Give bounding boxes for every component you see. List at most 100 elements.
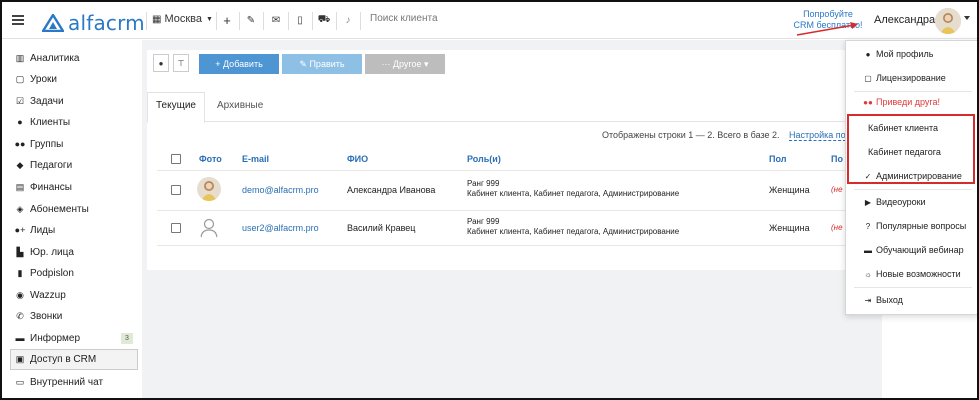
other-button[interactable]: ··· Другое ▾ xyxy=(365,54,445,74)
menu-item-label: Новые возможности xyxy=(876,269,961,279)
user-email[interactable]: demo@alfacrm.pro xyxy=(242,185,319,195)
menu-item-profile[interactable]: ● Мой профиль xyxy=(863,49,934,59)
logo[interactable]: alfacrm xyxy=(42,11,145,35)
tag-icon: ◈ xyxy=(16,203,24,214)
cart-icon[interactable]: ⛟ xyxy=(318,14,331,26)
divider xyxy=(854,91,972,92)
plus-icon[interactable]: + xyxy=(221,13,233,28)
lock-icon: ▢ xyxy=(864,73,872,83)
promo-line: Попробуйте xyxy=(803,9,853,19)
divider xyxy=(288,12,289,30)
menu-item-invite[interactable]: ●● Приведи друга! xyxy=(863,97,940,107)
menu-item-logout[interactable]: ⇥ Выход xyxy=(863,295,903,305)
branch-select[interactable]: ▦ Москва ▼ xyxy=(152,13,213,25)
add-button[interactable]: + Добавить xyxy=(199,54,279,74)
divider xyxy=(854,287,972,288)
sidebar-item-calls[interactable]: ✆ Звонки xyxy=(14,307,62,325)
menu-item-label: Выход xyxy=(876,295,903,305)
user-email[interactable]: user2@alfacrm.pro xyxy=(242,223,319,233)
menu-item-label: Видеоуроки xyxy=(876,197,926,207)
rows-info: Отображены строки 1 — 2. Всего в базе 2. xyxy=(602,130,780,140)
divider xyxy=(854,189,972,190)
sidebar-item-informer[interactable]: ▬ Информер xyxy=(14,329,81,347)
users-icon: ●● xyxy=(863,97,873,107)
bell-icon[interactable]: ♪ xyxy=(342,14,354,26)
sidebar-item-label: Задачи xyxy=(30,95,64,107)
user-fio: Александра Иванова xyxy=(347,185,436,195)
chevron-down-icon[interactable] xyxy=(964,16,970,20)
menu-item-label: Приведи друга! xyxy=(876,97,941,107)
sidebar-item-tasks[interactable]: ☑ Задачи xyxy=(14,92,64,110)
user-icon: ● xyxy=(17,117,23,127)
user-fio: Василий Кравец xyxy=(347,223,416,233)
sidebar-item-leads[interactable]: ●+ Лиды xyxy=(14,221,56,239)
sidebar-item-label: Доступ в CRM xyxy=(30,353,97,365)
menu-item-label: Популярные вопросы xyxy=(876,221,967,231)
sidebar-item-clients[interactable]: ● Клиенты xyxy=(14,113,70,131)
menu-item-licensing[interactable]: ▢ Лицензирование xyxy=(863,73,946,83)
menu-icon[interactable] xyxy=(12,15,24,25)
table-settings-link[interactable]: Настройка по xyxy=(789,130,846,141)
branch-label: Москва xyxy=(164,13,203,25)
wrench-icon[interactable]: ✎ xyxy=(245,14,257,26)
users-panel: ● ⊤ + Добавить ✎ Править ··· Другое ▾ Те… xyxy=(147,50,847,270)
user-name[interactable]: Александра xyxy=(874,14,935,26)
avatar[interactable] xyxy=(935,8,961,34)
sidebar: ▥ Аналитика ▢ Уроки ☑ Задачи ● Клиенты ●● Гру… xyxy=(2,40,142,398)
user-gender: Женщина xyxy=(769,223,810,233)
sidebar-item-label: Клиенты xyxy=(30,116,71,128)
calendar-icon: ▢ xyxy=(15,73,25,84)
table-row[interactable]: user2@alfacrm.pro Василий Кравец Ранг 99… xyxy=(157,210,847,246)
sidebar-item-groups[interactable]: ●● Группы xyxy=(14,135,64,153)
sidebar-item-crm-access[interactable]: ▣ Доступ в CRM xyxy=(14,350,96,368)
chart-icon: ▥ xyxy=(15,52,25,63)
user-rank: Ранг 999 xyxy=(467,179,500,188)
row-checkbox[interactable] xyxy=(171,185,181,195)
sidebar-item-analytics[interactable]: ▥ Аналитика xyxy=(14,49,80,67)
sidebar-item-lessons[interactable]: ▢ Уроки xyxy=(14,70,57,88)
building-icon: ▦ xyxy=(152,13,162,25)
column-email[interactable]: E-mail xyxy=(242,154,269,164)
chat-icon: ▭ xyxy=(15,376,25,387)
menu-item-whatsnew[interactable]: ☼ Новые возможности xyxy=(863,269,961,279)
sidebar-item-label: Абонементы xyxy=(30,203,89,215)
sidebar-item-teachers[interactable]: ◆ Педагоги xyxy=(14,156,73,174)
user-gender: Женщина xyxy=(769,185,810,195)
edit-button[interactable]: ✎ Править xyxy=(282,54,362,74)
lock-icon: ▣ xyxy=(15,353,25,364)
sidebar-item-legal[interactable]: ▙ Юр. лица xyxy=(14,243,74,261)
tab-current[interactable]: Текущие xyxy=(156,100,196,111)
table-row[interactable]: demo@alfacrm.pro Александра Иванова Ранг… xyxy=(157,170,847,210)
sidebar-item-chat[interactable]: ▭ Внутренний чат xyxy=(14,373,103,391)
user-icon[interactable]: ● xyxy=(153,54,169,72)
user-icon: ● xyxy=(865,49,871,59)
mail-icon[interactable]: ✉ xyxy=(270,14,282,26)
column-fio[interactable]: ФИО xyxy=(347,154,368,164)
logo-icon xyxy=(42,14,64,32)
phone-icon: ✆ xyxy=(16,310,24,321)
column-gender[interactable]: Пол xyxy=(769,154,786,164)
avatar xyxy=(197,177,221,201)
column-photo[interactable]: Фото xyxy=(199,154,222,164)
avatar-image xyxy=(197,177,221,201)
pin-icon[interactable]: ⊤ xyxy=(173,54,189,72)
tab-archive[interactable]: Архивные xyxy=(217,100,263,111)
tasks-icon: ☑ xyxy=(15,95,25,106)
sidebar-item-podpislon[interactable]: ▮ Podpislon xyxy=(14,264,74,282)
menu-item-webinar[interactable]: ▬ Обучающий вебинар xyxy=(863,245,964,255)
row-checkbox[interactable] xyxy=(171,223,181,233)
select-all-checkbox[interactable] xyxy=(171,154,181,164)
sidebar-item-label: Юр. лица xyxy=(30,246,74,258)
menu-item-videos[interactable]: ▶ Видеоуроки xyxy=(863,197,926,207)
sidebar-item-wazzup[interactable]: ◉ Wazzup xyxy=(14,286,66,304)
sidebar-item-subscriptions[interactable]: ◈ Абонементы xyxy=(14,200,89,218)
menu-item-label: Мой профиль xyxy=(876,49,934,59)
user-roles: Кабинет клиента, Кабинет педагога, Админ… xyxy=(467,227,680,236)
sidebar-item-finance[interactable]: ▤ Финансы xyxy=(14,178,72,196)
column-role[interactable]: Роль(и) xyxy=(467,154,501,164)
divider xyxy=(216,12,217,30)
user-rank: Ранг 999 xyxy=(467,217,500,226)
search-input[interactable]: Поиск клиента xyxy=(370,13,438,24)
menu-item-faq[interactable]: ? Популярные вопросы xyxy=(863,221,967,231)
mobile-icon[interactable]: ▯ xyxy=(294,14,306,26)
